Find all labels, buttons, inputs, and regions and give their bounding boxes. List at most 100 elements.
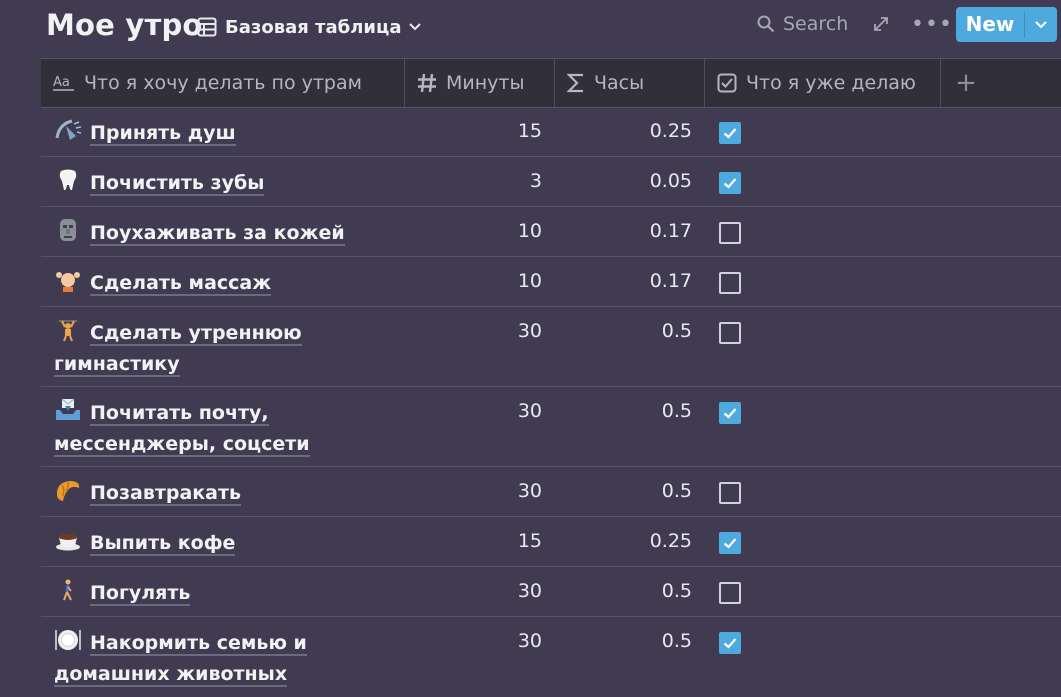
table-row[interactable]: Почитать почту, мессенджеры, соцсети 30 … (41, 387, 1061, 467)
task-name-link[interactable]: Принять душ (90, 122, 236, 146)
more-options-icon[interactable]: ••• (911, 12, 953, 37)
new-dropdown-button[interactable] (1025, 7, 1057, 42)
hours-cell: 0.5 (661, 320, 692, 342)
chevron-down-icon (409, 23, 422, 31)
task-cell: Почитать почту, мессенджеры, соцсети (54, 398, 394, 460)
minutes-cell[interactable]: 30 (405, 630, 542, 652)
column-header-done[interactable]: Что я уже делаю (705, 59, 941, 107)
svg-text:Aa: Aa (53, 75, 70, 90)
moai-icon (60, 219, 76, 241)
table-body: Принять душ 15 0.25 Почистить зубы 3 0.0… (41, 107, 1061, 697)
table-row[interactable]: Накормить семью и домашних животных 30 0… (41, 617, 1061, 697)
search-label: Search (783, 13, 849, 35)
view-label: Базовая таблица (225, 16, 402, 38)
done-checkbox[interactable] (719, 632, 741, 654)
minutes-cell[interactable]: 30 (405, 320, 542, 342)
done-checkbox[interactable] (719, 402, 741, 424)
task-cell: Погулять (54, 578, 394, 609)
formula-property-icon (567, 73, 583, 93)
hours-cell: 0.5 (661, 400, 692, 422)
checkmark-icon (723, 538, 737, 549)
task-cell: Почистить зубы (54, 168, 394, 199)
task-name-link[interactable]: Почистить зубы (90, 172, 265, 196)
minutes-cell[interactable]: 30 (405, 400, 542, 422)
task-name-link[interactable]: Сделать массаж (90, 272, 272, 296)
expand-button[interactable] (872, 15, 890, 37)
weightlifter-icon (56, 318, 80, 342)
column-header-done-label: Что я уже делаю (746, 72, 916, 94)
table-row[interactable]: Поухаживать за кожей 10 0.17 (41, 207, 1061, 257)
new-button[interactable]: New (956, 7, 1057, 42)
checkmark-icon (723, 128, 737, 139)
minutes-cell[interactable]: 10 (405, 270, 542, 292)
minutes-cell[interactable]: 30 (405, 480, 542, 502)
walking-person-icon (63, 579, 72, 601)
minutes-cell[interactable]: 30 (405, 580, 542, 602)
table-row[interactable]: Позавтракать 30 0.5 (41, 467, 1061, 517)
done-checkbox[interactable] (719, 532, 741, 554)
coffee-cup-icon (56, 534, 80, 551)
task-name-link[interactable]: Сделать утреннюю гимнастику (54, 322, 302, 377)
done-checkbox[interactable] (719, 122, 741, 144)
hours-cell: 0.25 (649, 120, 692, 142)
column-header-name[interactable]: Aa Что я хочу делать по утрам (41, 59, 405, 107)
table-row[interactable]: Сделать массаж 10 0.17 (41, 257, 1061, 307)
done-checkbox[interactable] (719, 172, 741, 194)
new-button-label: New (965, 12, 1015, 36)
column-header-minutes[interactable]: Минуты (405, 59, 555, 107)
task-name-link[interactable]: Позавтракать (90, 482, 242, 506)
hours-cell: 0.05 (649, 170, 692, 192)
task-name-link[interactable]: Погулять (90, 582, 191, 606)
hours-cell: 0.5 (661, 480, 692, 502)
minutes-cell[interactable]: 10 (405, 220, 542, 242)
column-header-hours-label: Часы (594, 72, 645, 94)
inbox-tray-icon (56, 398, 80, 420)
task-cell: Принять душ (54, 118, 394, 149)
massage-icon (56, 272, 80, 292)
task-cell: Накормить семью и домашних животных (54, 628, 394, 690)
done-checkbox[interactable] (719, 482, 741, 504)
top-bar: Мое утро Базовая таблица Search ••• New (0, 0, 1061, 54)
hours-cell: 0.17 (649, 220, 692, 242)
task-name-link[interactable]: Почитать почту, мессенджеры, соцсети (54, 402, 310, 457)
search-icon (757, 15, 775, 33)
add-column-button[interactable]: + (941, 59, 991, 107)
task-cell: Сделать массаж (54, 268, 394, 299)
number-property-icon (418, 73, 436, 93)
chevron-down-icon (1035, 20, 1047, 28)
done-checkbox[interactable] (719, 272, 741, 294)
checkmark-icon (723, 178, 737, 189)
task-cell: Позавтракать (54, 478, 394, 509)
task-name-link[interactable]: Поухаживать за кожей (90, 222, 345, 246)
minutes-cell[interactable]: 15 (405, 120, 542, 142)
column-header-name-label: Что я хочу делать по утрам (84, 72, 362, 94)
column-header-hours[interactable]: Часы (555, 59, 705, 107)
task-cell: Выпить кофе (54, 528, 394, 559)
text-property-icon: Aa (53, 75, 74, 91)
table-icon (197, 17, 217, 37)
done-checkbox[interactable] (719, 322, 741, 344)
table-row[interactable]: Выпить кофе 15 0.25 (41, 517, 1061, 567)
column-header-minutes-label: Минуты (446, 72, 525, 94)
hours-cell: 0.5 (661, 580, 692, 602)
task-name-link[interactable]: Накормить семью и домашних животных (54, 632, 307, 687)
checkbox-property-icon (717, 73, 737, 93)
minutes-cell[interactable]: 15 (405, 530, 542, 552)
search-button[interactable]: Search (757, 13, 848, 35)
done-checkbox[interactable] (719, 582, 741, 604)
view-switcher[interactable]: Базовая таблица (197, 14, 422, 40)
table-row[interactable]: Погулять 30 0.5 (41, 567, 1061, 617)
table-header: Aa Что я хочу делать по утрам Минуты Час… (41, 58, 1061, 108)
page-title: Мое утро (46, 8, 203, 42)
done-checkbox[interactable] (719, 222, 741, 244)
table-row[interactable]: Почистить зубы 3 0.05 (41, 157, 1061, 207)
checkmark-icon (723, 408, 737, 419)
expand-icon (874, 17, 888, 31)
hours-cell: 0.25 (649, 530, 692, 552)
croissant-icon (56, 481, 80, 501)
checkmark-icon (723, 638, 737, 649)
minutes-cell[interactable]: 3 (405, 170, 542, 192)
table-row[interactable]: Сделать утреннюю гимнастику 30 0.5 (41, 307, 1061, 387)
table-row[interactable]: Принять душ 15 0.25 (41, 107, 1061, 157)
task-name-link[interactable]: Выпить кофе (90, 532, 236, 556)
